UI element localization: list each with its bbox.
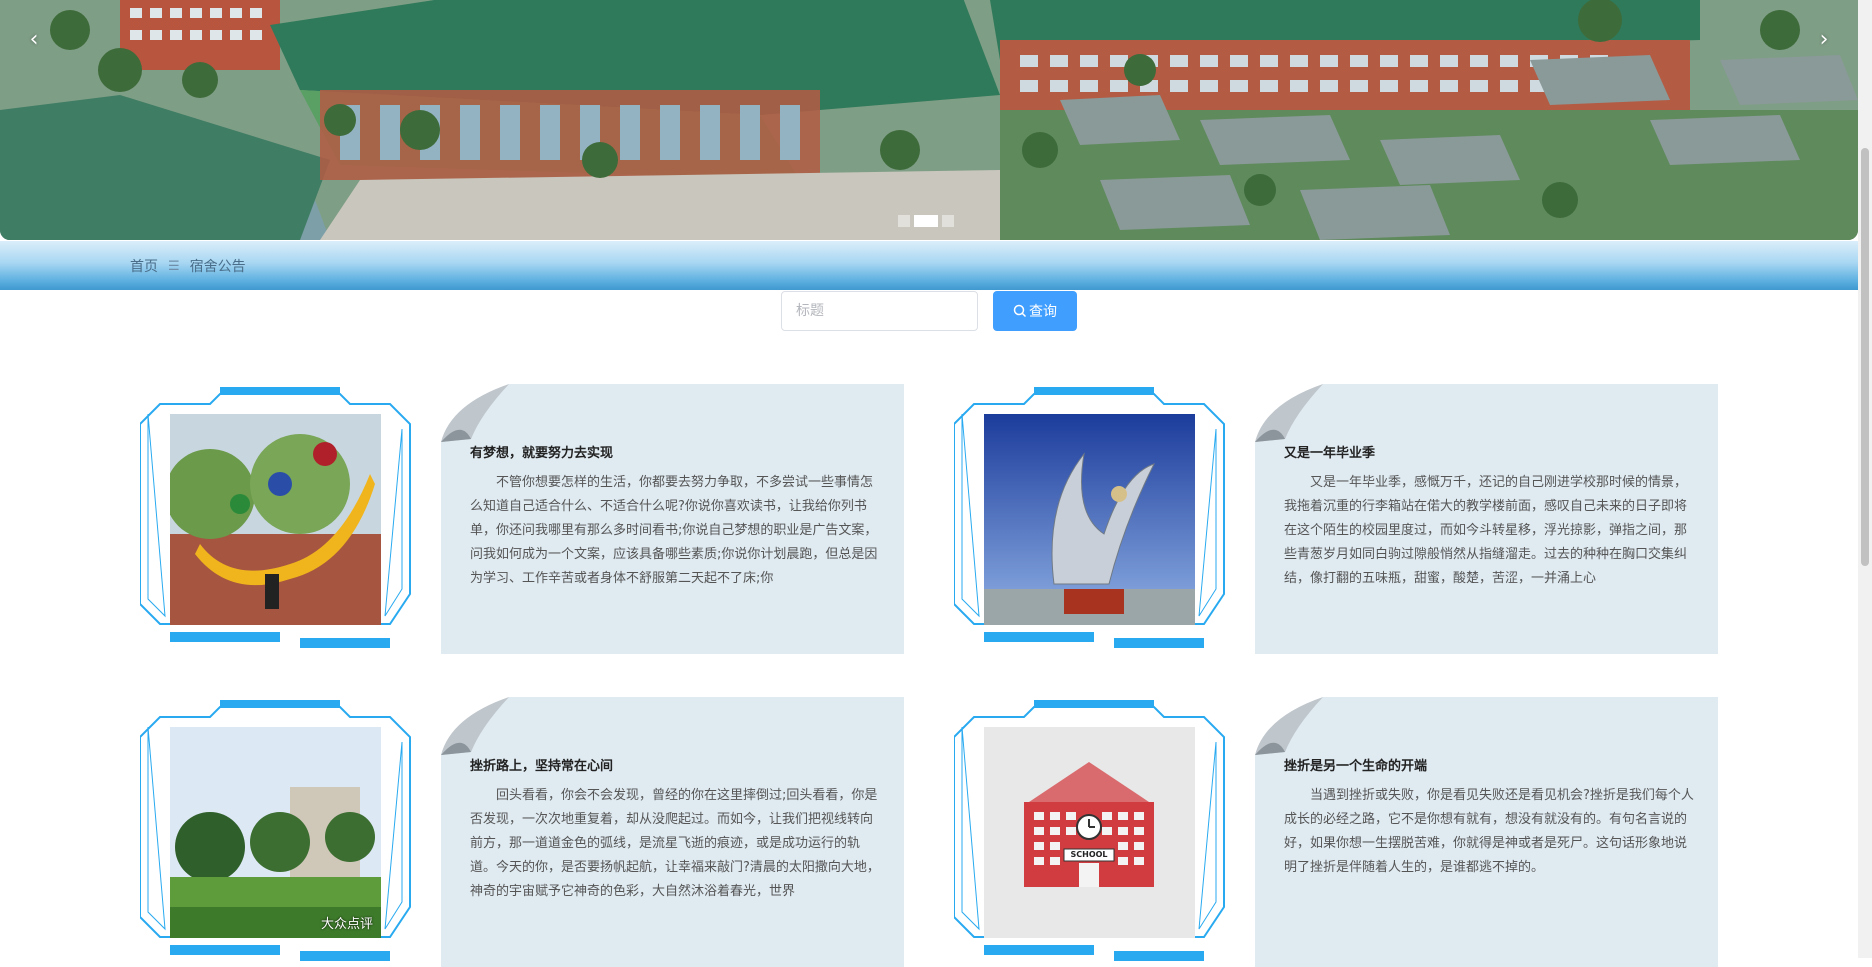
carousel-next-icon[interactable]: › bbox=[1812, 24, 1836, 56]
carousel-indicators bbox=[898, 215, 954, 227]
notice-excerpt: 回头看看，你会不会发现，曾经的你在这里摔倒过;回头看看，你是否发现，一次次地重复… bbox=[470, 788, 880, 899]
notice-image bbox=[170, 414, 381, 625]
notice-title[interactable]: 有梦想，就要努力去实现 bbox=[470, 442, 613, 461]
search-icon bbox=[1013, 304, 1027, 318]
notice-card[interactable]: 又是一年毕业季 又是一年毕业季，感慨万千，还记的自己刚进学校那时候的情景，我拖着… bbox=[954, 384, 1744, 654]
school-sign-label: SCHOOL bbox=[1070, 850, 1108, 859]
image-frame bbox=[954, 384, 1229, 654]
notice-title[interactable]: 挫折路上，坚持常在心间 bbox=[470, 755, 613, 774]
carousel-prev-icon[interactable]: ‹ bbox=[22, 24, 46, 56]
notice-excerpt: 又是一年毕业季，感慨万千，还记的自己刚进学校那时候的情景，我拖着沉重的行李箱站在… bbox=[1284, 475, 1688, 586]
notice-excerpt: 不管你想要怎样的生活，你都要去努力争取，不多尝试一些事情怎么知道自己适合什么、不… bbox=[470, 475, 878, 586]
breadcrumb-home-link[interactable]: 首页 bbox=[130, 256, 158, 276]
dianping-watermark: 大众点评 bbox=[320, 917, 373, 932]
notice-card[interactable]: 大众点评 挫折路上，坚持常在心间 回头看看，你会不会发现，曾经的你在这里摔倒过;… bbox=[140, 697, 930, 967]
school-building-icon: SCHOOL bbox=[984, 727, 1195, 938]
carousel-dot-1[interactable] bbox=[898, 215, 910, 227]
breadcrumb-bar: 首页 ☰ 宿舍公告 bbox=[0, 241, 1858, 290]
notice-title[interactable]: 挫折是另一个生命的开端 bbox=[1284, 755, 1427, 774]
page-curl-icon bbox=[441, 384, 509, 442]
title-search-input[interactable] bbox=[781, 291, 978, 331]
image-frame: SCHOOL bbox=[954, 697, 1229, 967]
campus-aerial-image bbox=[0, 0, 1858, 240]
notice-image bbox=[984, 414, 1195, 625]
page-scrollbar[interactable] bbox=[1858, 0, 1872, 958]
page-curl-icon bbox=[1255, 697, 1323, 755]
scrollbar-thumb[interactable] bbox=[1861, 148, 1869, 566]
breadcrumb: 首页 ☰ 宿舍公告 bbox=[130, 256, 246, 276]
breadcrumb-separator-icon: ☰ bbox=[168, 258, 180, 274]
notice-card[interactable]: 有梦想，就要努力去实现 不管你想要怎样的生活，你都要去努力争取，不多尝试一些事情… bbox=[140, 384, 930, 654]
page-curl-icon bbox=[441, 697, 509, 755]
hero-carousel[interactable]: ‹ › bbox=[0, 0, 1858, 240]
search-button[interactable]: 查询 bbox=[993, 291, 1077, 331]
breadcrumb-current: 宿舍公告 bbox=[189, 259, 246, 275]
notice-card[interactable]: SCHOOL 挫折是另一个生命的开端 当遇到挫折或失败，你是看见失败还是看见机会… bbox=[954, 697, 1744, 967]
carousel-dot-3[interactable] bbox=[942, 215, 954, 227]
image-frame bbox=[140, 384, 415, 654]
notice-image: 大众点评 bbox=[170, 727, 381, 938]
search-button-label: 查询 bbox=[1029, 304, 1057, 320]
page-curl-icon bbox=[1255, 384, 1323, 442]
image-frame: 大众点评 bbox=[140, 697, 415, 967]
notice-excerpt: 当遇到挫折或失败，你是看见失败还是看见机会?挫折是我们每个人成长的必经之路，它不… bbox=[1284, 788, 1694, 875]
notice-title[interactable]: 又是一年毕业季 bbox=[1284, 442, 1375, 461]
carousel-dot-2[interactable] bbox=[914, 215, 938, 227]
